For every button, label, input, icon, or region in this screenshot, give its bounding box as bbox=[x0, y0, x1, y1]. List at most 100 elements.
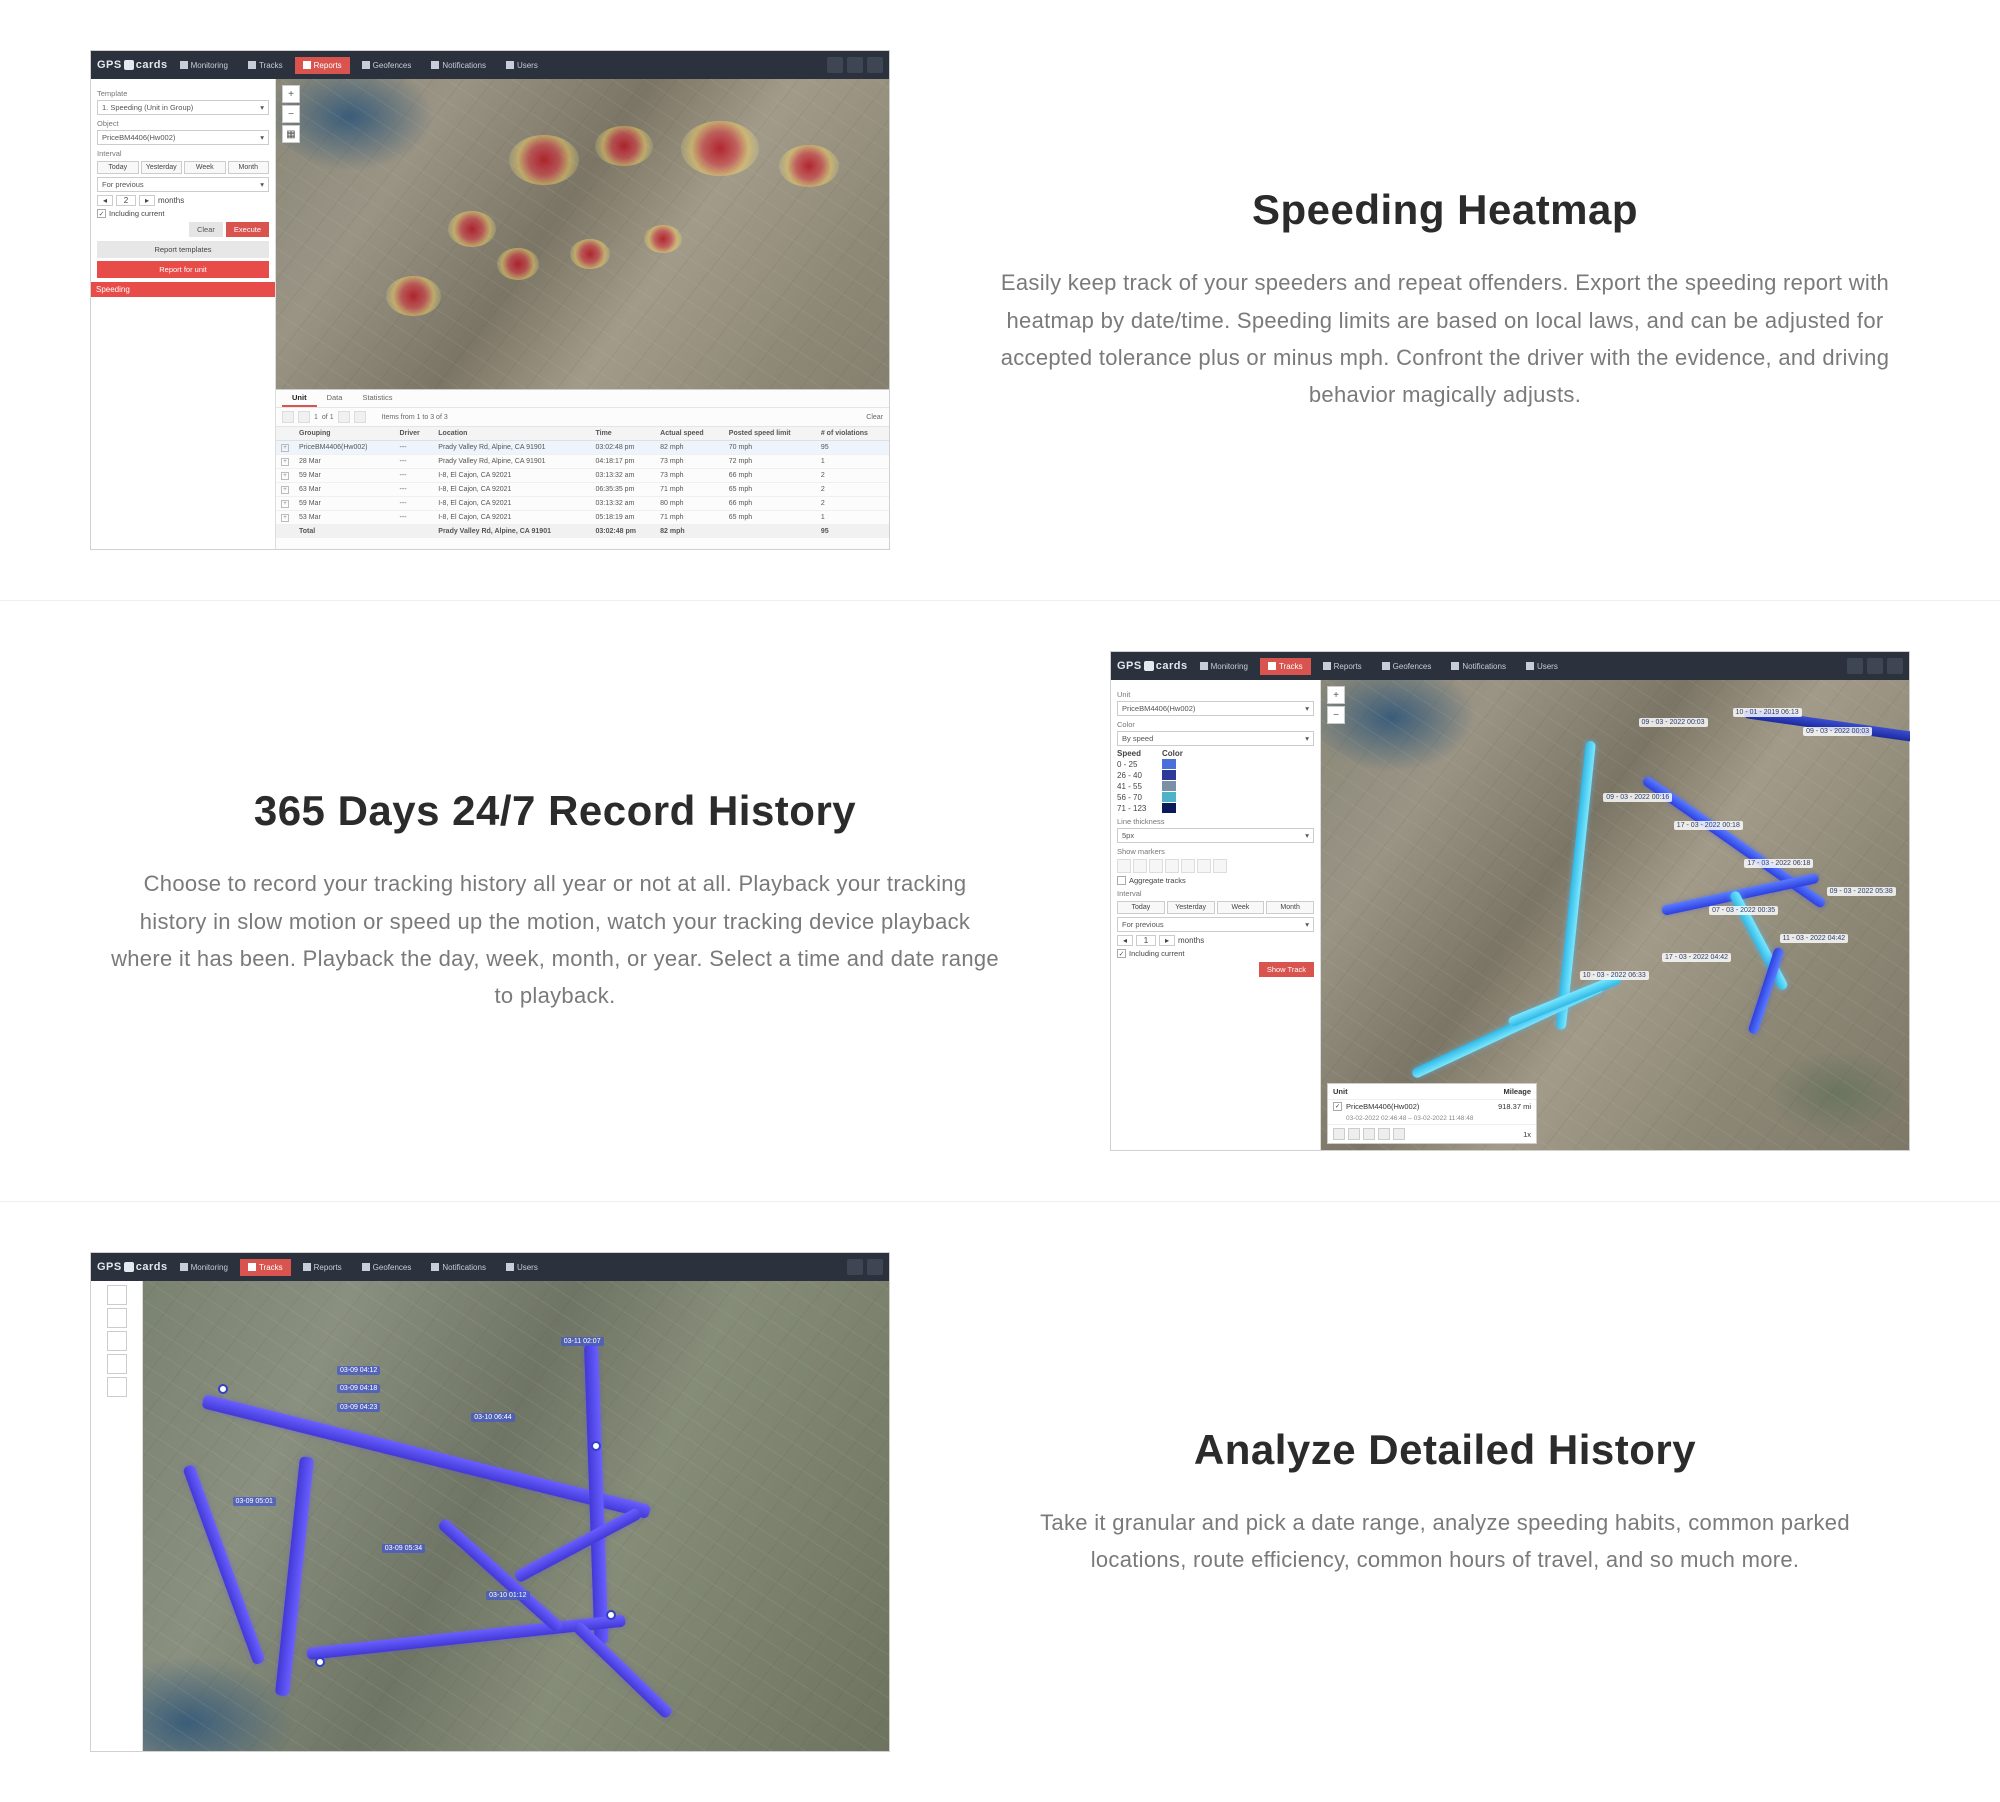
page-next-icon[interactable] bbox=[338, 411, 350, 423]
nav-notifications[interactable]: Notifications bbox=[423, 1259, 494, 1276]
btn-week[interactable]: Week bbox=[184, 161, 226, 174]
zoom-out-icon[interactable]: − bbox=[1327, 706, 1345, 724]
nav-reports[interactable]: Reports bbox=[1315, 658, 1370, 675]
zoom-in-icon[interactable]: + bbox=[282, 85, 300, 103]
object-select[interactable]: PriceBM4406(Hw002)▾ bbox=[97, 130, 269, 145]
tool-icon-3[interactable] bbox=[867, 57, 883, 73]
col-grouping[interactable]: Grouping bbox=[294, 427, 395, 441]
table-row[interactable]: +59 Mar---I-8, El Cajon, CA 9202103:13:3… bbox=[276, 469, 889, 483]
color-select[interactable]: By speed▾ bbox=[1117, 731, 1314, 746]
table-row[interactable]: +63 Mar---I-8, El Cajon, CA 9202106:35:3… bbox=[276, 483, 889, 497]
expand-icon[interactable]: + bbox=[281, 444, 289, 452]
page-first-icon[interactable] bbox=[282, 411, 294, 423]
chk-incl[interactable]: ✓ bbox=[1117, 949, 1126, 958]
step-up[interactable]: ▸ bbox=[139, 195, 155, 206]
template-select[interactable]: 1. Speeding (Unit in Group)▾ bbox=[97, 100, 269, 115]
tool-icon-2[interactable] bbox=[1867, 658, 1883, 674]
expand-icon[interactable]: + bbox=[281, 458, 289, 466]
marker-tool-6[interactable] bbox=[1197, 859, 1211, 873]
table-row[interactable]: +59 Mar---I-8, El Cajon, CA 9202103:13:3… bbox=[276, 497, 889, 511]
table-row[interactable]: +53 Mar---I-8, El Cajon, CA 9202105:18:1… bbox=[276, 511, 889, 525]
tool-icon-1[interactable] bbox=[847, 1259, 863, 1275]
nav-tracks[interactable]: Tracks bbox=[240, 57, 291, 74]
side-tool-2[interactable] bbox=[107, 1308, 127, 1328]
tab-statistics[interactable]: Statistics bbox=[352, 390, 402, 407]
nav-monitoring[interactable]: Monitoring bbox=[172, 57, 236, 74]
marker-tool-7[interactable] bbox=[1213, 859, 1227, 873]
col-actual[interactable]: Actual speed bbox=[655, 427, 724, 441]
col-viol[interactable]: # of violations bbox=[816, 427, 889, 441]
marker-tool-4[interactable] bbox=[1165, 859, 1179, 873]
play-next-icon[interactable] bbox=[1378, 1128, 1390, 1140]
btn-clear[interactable]: Clear bbox=[189, 222, 223, 237]
play-last-icon[interactable] bbox=[1393, 1128, 1405, 1140]
tool-icon-1[interactable] bbox=[827, 57, 843, 73]
btn-month[interactable]: Month bbox=[228, 161, 270, 174]
side-tool-5[interactable] bbox=[107, 1377, 127, 1397]
btn-report-for-unit[interactable]: Report for unit bbox=[97, 261, 269, 278]
nav-geofences[interactable]: Geofences bbox=[1374, 658, 1440, 675]
map-area[interactable]: + − 09 - 03 - 2022 00:0310 - 01 - 2019 0… bbox=[1321, 680, 1909, 1150]
table-row[interactable]: +PriceBM4406(Hw002)---Prady Valley Rd, A… bbox=[276, 441, 889, 455]
zoom-out-icon[interactable]: − bbox=[282, 105, 300, 123]
btn-today[interactable]: Today bbox=[97, 161, 139, 174]
expand-icon[interactable]: + bbox=[281, 514, 289, 522]
expand-icon[interactable]: + bbox=[281, 486, 289, 494]
btn-yesterday[interactable]: Yesterday bbox=[141, 161, 183, 174]
btn-execute[interactable]: Execute bbox=[226, 222, 269, 237]
nav-geofences[interactable]: Geofences bbox=[354, 1259, 420, 1276]
zoom-in-icon[interactable]: + bbox=[1327, 686, 1345, 704]
play-first-icon[interactable] bbox=[1333, 1128, 1345, 1140]
nav-users[interactable]: Users bbox=[1518, 658, 1566, 675]
tab-unit[interactable]: Unit bbox=[282, 390, 317, 407]
step-down[interactable]: ◂ bbox=[1117, 935, 1133, 946]
unit-select[interactable]: PriceBM4406(Hw002)▾ bbox=[1117, 701, 1314, 716]
table-row[interactable]: +28 Mar---Prady Valley Rd, Alpine, CA 91… bbox=[276, 455, 889, 469]
marker-tool-3[interactable] bbox=[1149, 859, 1163, 873]
col-posted[interactable]: Posted speed limit bbox=[724, 427, 816, 441]
btn-week[interactable]: Week bbox=[1217, 901, 1265, 914]
col-driver[interactable]: Driver bbox=[395, 427, 434, 441]
layers-icon[interactable]: ▦ bbox=[282, 125, 300, 143]
nav-tracks[interactable]: Tracks bbox=[240, 1259, 291, 1276]
page-prev-icon[interactable] bbox=[298, 411, 310, 423]
table-clear[interactable]: Clear bbox=[866, 414, 883, 421]
btn-report-templates[interactable]: Report templates bbox=[97, 241, 269, 258]
nav-geofences[interactable]: Geofences bbox=[354, 57, 420, 74]
play-icon[interactable] bbox=[1363, 1128, 1375, 1140]
play-prev-icon[interactable] bbox=[1348, 1128, 1360, 1140]
side-tool-3[interactable] bbox=[107, 1331, 127, 1351]
nav-monitoring[interactable]: Monitoring bbox=[172, 1259, 236, 1276]
nav-notifications[interactable]: Notifications bbox=[1443, 658, 1514, 675]
map-area[interactable]: + − ▦ bbox=[276, 79, 889, 549]
side-tool-1[interactable] bbox=[107, 1285, 127, 1305]
marker-tool-1[interactable] bbox=[1117, 859, 1131, 873]
checkbox-including[interactable]: ✓ bbox=[97, 209, 106, 218]
nav-monitoring[interactable]: Monitoring bbox=[1192, 658, 1256, 675]
tool-icon-1[interactable] bbox=[1847, 658, 1863, 674]
nav-tracks[interactable]: Tracks bbox=[1260, 658, 1311, 675]
expand-icon[interactable]: + bbox=[281, 472, 289, 480]
thickness-select[interactable]: 5px▾ bbox=[1117, 828, 1314, 843]
tool-icon-3[interactable] bbox=[1887, 658, 1903, 674]
side-tool-4[interactable] bbox=[107, 1354, 127, 1374]
btn-today[interactable]: Today bbox=[1117, 901, 1165, 914]
marker-tool-2[interactable] bbox=[1133, 859, 1147, 873]
expand-icon[interactable]: + bbox=[281, 500, 289, 508]
page-last-icon[interactable] bbox=[354, 411, 366, 423]
chk-aggregate[interactable] bbox=[1117, 876, 1126, 885]
step-down[interactable]: ◂ bbox=[97, 195, 113, 206]
tab-data[interactable]: Data bbox=[317, 390, 353, 407]
btn-show-track[interactable]: Show Track bbox=[1259, 962, 1314, 977]
btn-month[interactable]: Month bbox=[1266, 901, 1314, 914]
nav-users[interactable]: Users bbox=[498, 1259, 546, 1276]
tool-icon-2[interactable] bbox=[867, 1259, 883, 1275]
map-area[interactable]: 03-09 04:12 03-09 04:18 03-09 04:23 03-1… bbox=[143, 1281, 889, 1751]
nav-reports[interactable]: Reports bbox=[295, 1259, 350, 1276]
col-time[interactable]: Time bbox=[590, 427, 655, 441]
col-location[interactable]: Location bbox=[433, 427, 590, 441]
nav-reports[interactable]: Reports bbox=[295, 57, 350, 74]
btn-yesterday[interactable]: Yesterday bbox=[1167, 901, 1215, 914]
nav-notifications[interactable]: Notifications bbox=[423, 57, 494, 74]
chk-track[interactable]: ✓ bbox=[1333, 1102, 1342, 1111]
